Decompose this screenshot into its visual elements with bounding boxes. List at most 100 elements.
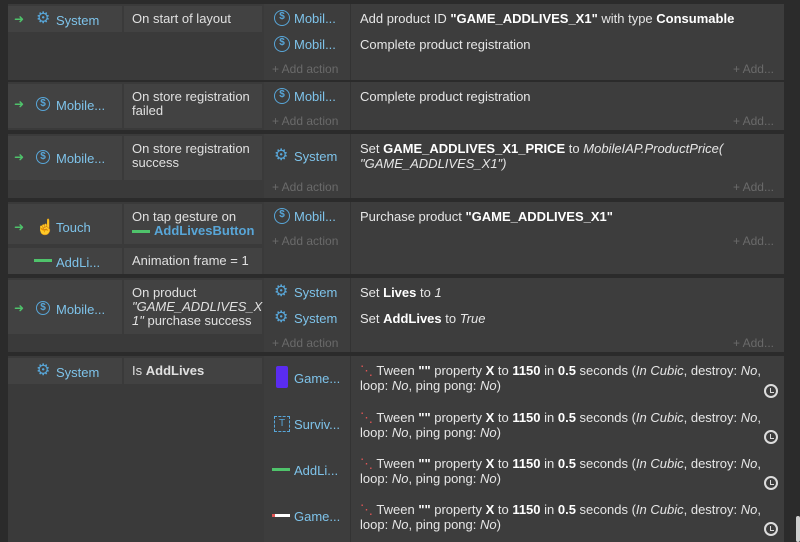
action-object-name: Mobil... (294, 89, 336, 104)
gear-icon: ⚙ (36, 10, 51, 27)
green-bar-icon (132, 230, 150, 234)
action-object[interactable]: Game... (264, 366, 346, 390)
touch-icon: ☝ (36, 219, 55, 236)
add-action-button[interactable]: + Add action (272, 180, 338, 194)
trigger-arrow-icon: ➜ (14, 150, 25, 164)
condition-object-name: Touch (56, 220, 91, 235)
condition-object[interactable]: ➜ $ Mobile... (8, 84, 122, 128)
wait-loop-icon (764, 476, 778, 490)
mobile-iap-icon: $ (36, 150, 50, 164)
action-object[interactable]: ⚙ System (264, 306, 346, 330)
event-row[interactable]: ⚙ System Is AddLives Game... ⋱ Tween "" … (8, 356, 784, 542)
trigger-arrow-icon: ➜ (14, 97, 25, 111)
condition-text[interactable]: On store registration success (124, 136, 262, 180)
mobile-iap-icon: $ (36, 301, 50, 315)
trigger-arrow-icon: ➜ (14, 12, 25, 26)
action-text[interactable]: Purchase product "GAME_ADDLIVES_X1" (360, 209, 774, 224)
condition-text[interactable]: On product "GAME_ADDLIVES_X 1" purchase … (124, 280, 262, 334)
action-text[interactable]: ⋱ Tween "" property X to 1150 in 0.5 sec… (360, 410, 774, 440)
add-more-button[interactable]: + Add... (733, 62, 774, 76)
event-row[interactable]: ➜ $ Mobile... On store registration succ… (8, 134, 784, 198)
trigger-arrow-icon: ➜ (14, 301, 25, 315)
action-object-name: Game... (294, 371, 341, 386)
wait-loop-icon (764, 430, 778, 444)
action-object-name: AddLi... (294, 463, 339, 478)
green-bar-icon (34, 259, 52, 262)
action-text[interactable]: Set GAME_ADDLIVES_X1_PRICE to MobileIAP.… (360, 141, 774, 171)
action-text[interactable]: ⋱ Tween "" property X to 1150 in 0.5 sec… (360, 456, 774, 486)
action-object[interactable]: $ Mobil... (264, 204, 346, 228)
action-text[interactable]: Complete product registration (360, 37, 774, 52)
condition-object-name: System (56, 13, 100, 28)
action-object[interactable]: ⚙ System (264, 280, 346, 304)
action-object-name: Mobil... (294, 209, 336, 224)
mobile-iap-icon: $ (274, 10, 290, 26)
condition-object-name: Mobile... (56, 98, 106, 113)
action-object-name: Game... (294, 509, 341, 524)
event-row[interactable]: ➜ ☝ Touch On tap gesture on AddLivesButt… (8, 202, 784, 274)
action-object[interactable]: ⚙ System (264, 144, 346, 168)
tween-icon: ⋱ (360, 456, 373, 471)
add-more-button[interactable]: + Add... (733, 234, 774, 248)
action-object[interactable]: Game... (264, 504, 346, 528)
action-object[interactable]: $ Mobil... (264, 32, 346, 56)
add-action-button[interactable]: + Add action (272, 114, 338, 128)
tween-icon: ⋱ (360, 363, 373, 378)
sprite-purple-icon (276, 366, 288, 388)
condition-object[interactable]: ➜ $ Mobile... (8, 136, 122, 180)
add-more-button[interactable]: + Add... (733, 114, 774, 128)
action-text[interactable]: Complete product registration (360, 89, 774, 104)
condition-text[interactable]: Animation frame = 1 (124, 248, 262, 274)
white-bar-icon (272, 514, 290, 517)
event-row[interactable]: ➜ $ Mobile... On product "GAME_ADDLIVES_… (8, 278, 784, 352)
action-object[interactable]: AddLi... (264, 458, 346, 482)
gear-icon: ⚙ (274, 283, 289, 300)
condition-object[interactable]: ⚙ System (8, 358, 122, 384)
add-action-button[interactable]: + Add action (272, 234, 338, 248)
action-text[interactable]: Add product ID "GAME_ADDLIVES_X1" with t… (360, 11, 774, 26)
mobile-iap-icon: $ (274, 36, 290, 52)
action-text[interactable]: Set Lives to 1 (360, 285, 774, 300)
text-object-icon: T (274, 416, 290, 432)
action-text[interactable]: ⋱ Tween "" property X to 1150 in 0.5 sec… (360, 502, 774, 532)
trigger-arrow-icon: ➜ (14, 220, 25, 234)
tween-icon: ⋱ (360, 410, 373, 425)
mobile-iap-icon: $ (274, 88, 290, 104)
action-object-name: Surviv... (294, 417, 340, 432)
condition-text[interactable]: On tap gesture on AddLivesButton (124, 204, 262, 244)
condition-object[interactable]: AddLi... (8, 248, 122, 274)
mobile-iap-icon: $ (274, 208, 290, 224)
action-object[interactable]: $ Mobil... (264, 84, 346, 108)
action-object-name: Mobil... (294, 11, 336, 26)
condition-object[interactable]: ➜ ⚙ System (8, 6, 122, 32)
action-object-name: System (294, 149, 338, 164)
action-text[interactable]: Set AddLives to True (360, 311, 774, 326)
action-object-name: System (294, 311, 338, 326)
add-more-button[interactable]: + Add... (733, 180, 774, 194)
event-row[interactable]: ➜ ⚙ System On start of layout $ Mobil...… (8, 4, 784, 80)
condition-object-name: AddLi... (56, 255, 101, 270)
mobile-iap-icon: $ (36, 97, 50, 111)
action-object[interactable]: T Surviv... (264, 412, 346, 436)
event-sheet: ➜ ⚙ System On start of layout $ Mobil...… (0, 0, 790, 542)
wait-loop-icon (764, 384, 778, 398)
condition-object[interactable]: ➜ $ Mobile... (8, 280, 122, 334)
wait-loop-icon (764, 522, 778, 536)
condition-object[interactable]: ➜ ☝ Touch (8, 204, 122, 244)
add-more-button[interactable]: + Add... (733, 336, 774, 350)
action-text[interactable]: ⋱ Tween "" property X to 1150 in 0.5 sec… (360, 363, 774, 393)
gear-icon: ⚙ (36, 362, 51, 379)
condition-object-name: System (56, 365, 100, 380)
action-object-name: System (294, 285, 338, 300)
add-action-button[interactable]: + Add action (272, 62, 338, 76)
action-object[interactable]: $ Mobil... (264, 6, 346, 30)
tween-icon: ⋱ (360, 502, 373, 517)
add-action-button[interactable]: + Add action (272, 336, 338, 350)
condition-text[interactable]: On start of layout (124, 6, 262, 32)
gear-icon: ⚙ (274, 309, 289, 326)
condition-text[interactable]: Is AddLives (124, 358, 262, 384)
condition-text[interactable]: On store registration failed (124, 84, 262, 128)
event-row[interactable]: ➜ $ Mobile... On store registration fail… (8, 82, 784, 130)
gear-icon: ⚙ (274, 147, 289, 164)
vertical-scrollbar[interactable] (796, 516, 800, 542)
